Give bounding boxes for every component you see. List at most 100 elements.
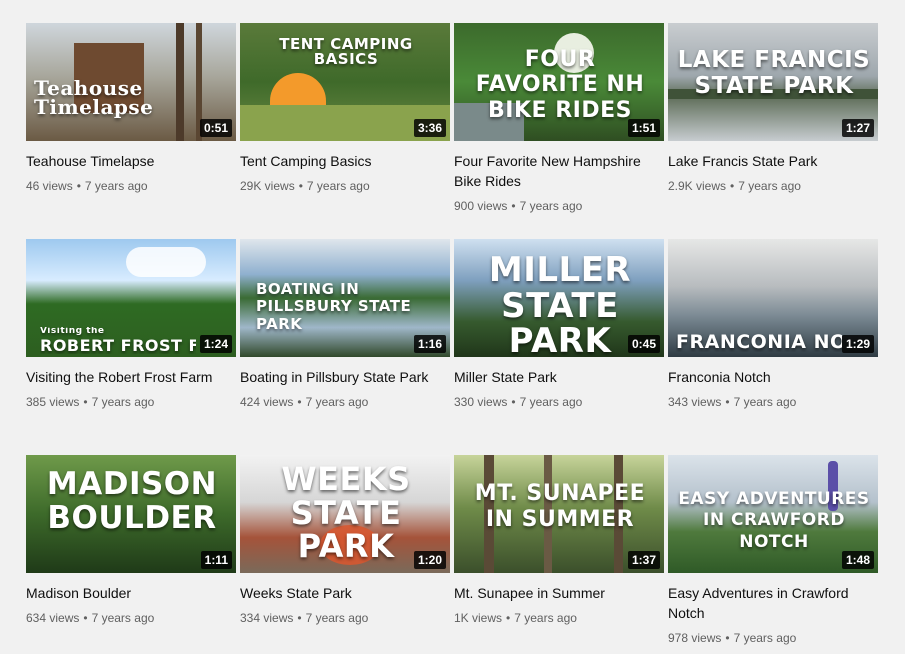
- video-thumbnail[interactable]: TENT CAMPING BASICS 3:36: [240, 23, 450, 141]
- video-card[interactable]: FOUR FAVORITE NH BIKE RIDES 1:51 Four Fa…: [454, 23, 666, 213]
- video-title[interactable]: Franconia Notch: [668, 367, 880, 387]
- thumbnail-text: WEEKS STATE PARK: [281, 460, 411, 566]
- duration-badge: 1:51: [627, 119, 660, 137]
- meta-separator: •: [83, 395, 88, 409]
- video-card[interactable]: BOATING in PILLSBURY STATE PARK 1:16 Boa…: [240, 239, 452, 409]
- video-thumbnail[interactable]: EASY ADVENTURES IN CRAWFORD NOTCH 1:48: [668, 455, 878, 573]
- meta-separator: •: [83, 611, 88, 625]
- upload-age: 7 years ago: [91, 395, 155, 409]
- meta-separator: •: [511, 395, 516, 409]
- video-card[interactable]: MADISON BOULDER 1:11 Madison Boulder 634…: [26, 455, 238, 625]
- video-thumbnail[interactable]: FOUR FAVORITE NH BIKE RIDES 1:51: [454, 23, 664, 141]
- video-thumbnail[interactable]: Teahouse Timelapse 0:51: [26, 23, 236, 141]
- video-card[interactable]: LAKE FRANCIS STATE PARK 1:27 Lake Franci…: [668, 23, 880, 193]
- video-title[interactable]: Lake Francis State Park: [668, 151, 880, 171]
- video-card[interactable]: Teahouse Timelapse 0:51 Teahouse Timelap…: [26, 23, 238, 193]
- video-title[interactable]: Teahouse Timelapse: [26, 151, 238, 171]
- video-title[interactable]: Easy Adventures in Crawford Notch: [668, 583, 880, 623]
- upload-age: 7 years ago: [305, 395, 369, 409]
- video-meta: 634 views • 7 years ago: [26, 611, 238, 625]
- video-thumbnail[interactable]: WEEKS STATE PARK 1:20: [240, 455, 450, 573]
- thumbnail-text: BOATING in PILLSBURY STATE PARK: [256, 280, 412, 333]
- thumbnail-main-text: ROBERT FROST FA: [40, 336, 196, 354]
- video-title[interactable]: Miller State Park: [454, 367, 666, 387]
- upload-age: 7 years ago: [306, 179, 370, 193]
- view-count: 330 views: [454, 395, 508, 409]
- video-card[interactable]: WEEKS STATE PARK 1:20 Weeks State Park 3…: [240, 455, 452, 625]
- view-count: 343 views: [668, 395, 722, 409]
- video-meta: 900 views • 7 years ago: [454, 199, 666, 213]
- view-count: 424 views: [240, 395, 294, 409]
- duration-badge: 0:45: [627, 335, 660, 353]
- view-count: 2.9K views: [668, 179, 727, 193]
- view-count: 900 views: [454, 199, 508, 213]
- thumbnail-text: LAKE FRANCIS STATE PARK: [677, 47, 871, 100]
- video-thumbnail[interactable]: FRANCONIA NOT 1:29: [668, 239, 878, 357]
- video-meta: 334 views • 7 years ago: [240, 611, 452, 625]
- view-count: 29K views: [240, 179, 295, 193]
- meta-separator: •: [725, 395, 730, 409]
- thumbnail-text: EASY ADVENTURES IN CRAWFORD NOTCH: [678, 489, 870, 552]
- video-card[interactable]: EASY ADVENTURES IN CRAWFORD NOTCH 1:48 E…: [668, 455, 880, 645]
- video-title[interactable]: Boating in Pillsbury State Park: [240, 367, 452, 387]
- duration-badge: 1:37: [627, 551, 660, 569]
- video-title[interactable]: Mt. Sunapee in Summer: [454, 583, 666, 603]
- video-meta: 330 views • 7 years ago: [454, 395, 666, 409]
- meta-separator: •: [725, 631, 730, 645]
- duration-badge: 1:24: [199, 335, 232, 353]
- view-count: 978 views: [668, 631, 722, 645]
- video-card[interactable]: MILLER STATE PARK 0:45 Miller State Park…: [454, 239, 666, 409]
- meta-separator: •: [730, 179, 735, 193]
- video-grid: Teahouse Timelapse 0:51 Teahouse Timelap…: [0, 0, 905, 654]
- video-title[interactable]: Visiting the Robert Frost Farm: [26, 367, 238, 387]
- video-thumbnail[interactable]: BOATING in PILLSBURY STATE PARK 1:16: [240, 239, 450, 357]
- video-meta: 424 views • 7 years ago: [240, 395, 452, 409]
- duration-badge: 1:20: [413, 551, 446, 569]
- duration-badge: 1:29: [841, 335, 874, 353]
- view-count: 334 views: [240, 611, 294, 625]
- upload-age: 7 years ago: [519, 395, 583, 409]
- video-meta: 343 views • 7 years ago: [668, 395, 880, 409]
- video-title[interactable]: Madison Boulder: [26, 583, 238, 603]
- video-thumbnail[interactable]: Visiting the ROBERT FROST FA 1:24: [26, 239, 236, 357]
- video-thumbnail[interactable]: MT. SUNAPEE IN SUMMER 1:37: [454, 455, 664, 573]
- upload-age: 7 years ago: [733, 631, 797, 645]
- video-thumbnail[interactable]: MILLER STATE PARK 0:45: [454, 239, 664, 357]
- meta-separator: •: [297, 611, 302, 625]
- upload-age: 7 years ago: [519, 199, 583, 213]
- thumbnail-text: Teahouse Timelapse: [34, 76, 154, 119]
- video-meta: 46 views • 7 years ago: [26, 179, 238, 193]
- thumbnail-text: MADISON BOULDER: [46, 466, 218, 537]
- video-card[interactable]: MT. SUNAPEE IN SUMMER 1:37 Mt. Sunapee i…: [454, 455, 666, 625]
- meta-separator: •: [511, 199, 516, 213]
- meta-separator: •: [506, 611, 511, 625]
- duration-badge: 1:48: [841, 551, 874, 569]
- thumbnail-text: FOUR FAVORITE NH BIKE RIDES: [475, 47, 645, 123]
- duration-badge: 1:11: [200, 551, 232, 569]
- view-count: 1K views: [454, 611, 503, 625]
- duration-badge: 1:16: [413, 335, 446, 353]
- thumbnail-text: FRANCONIA NOT: [676, 333, 842, 352]
- video-thumbnail[interactable]: LAKE FRANCIS STATE PARK 1:27: [668, 23, 878, 141]
- video-meta: 978 views • 7 years ago: [668, 631, 880, 645]
- upload-age: 7 years ago: [738, 179, 801, 193]
- video-meta: 1K views • 7 years ago: [454, 611, 666, 625]
- video-card[interactable]: TENT CAMPING BASICS 3:36 Tent Camping Ba…: [240, 23, 452, 193]
- video-title[interactable]: Tent Camping Basics: [240, 151, 452, 171]
- duration-badge: 1:27: [841, 119, 874, 137]
- meta-separator: •: [298, 179, 303, 193]
- video-card[interactable]: Visiting the ROBERT FROST FA 1:24 Visiti…: [26, 239, 238, 409]
- thumbnail-subtext: Visiting the: [40, 327, 105, 336]
- video-title[interactable]: Weeks State Park: [240, 583, 452, 603]
- video-card[interactable]: FRANCONIA NOT 1:29 Franconia Notch 343 v…: [668, 239, 880, 409]
- thumbnail-text: Visiting the ROBERT FROST FA: [40, 327, 196, 354]
- meta-separator: •: [297, 395, 302, 409]
- thumbnail-text: MT. SUNAPEE IN SUMMER: [474, 481, 646, 533]
- upload-age: 7 years ago: [733, 395, 797, 409]
- upload-age: 7 years ago: [84, 179, 148, 193]
- video-thumbnail[interactable]: MADISON BOULDER 1:11: [26, 455, 236, 573]
- upload-age: 7 years ago: [91, 611, 155, 625]
- video-meta: 2.9K views • 7 years ago: [668, 179, 880, 193]
- video-title[interactable]: Four Favorite New Hampshire Bike Rides: [454, 151, 666, 191]
- view-count: 634 views: [26, 611, 80, 625]
